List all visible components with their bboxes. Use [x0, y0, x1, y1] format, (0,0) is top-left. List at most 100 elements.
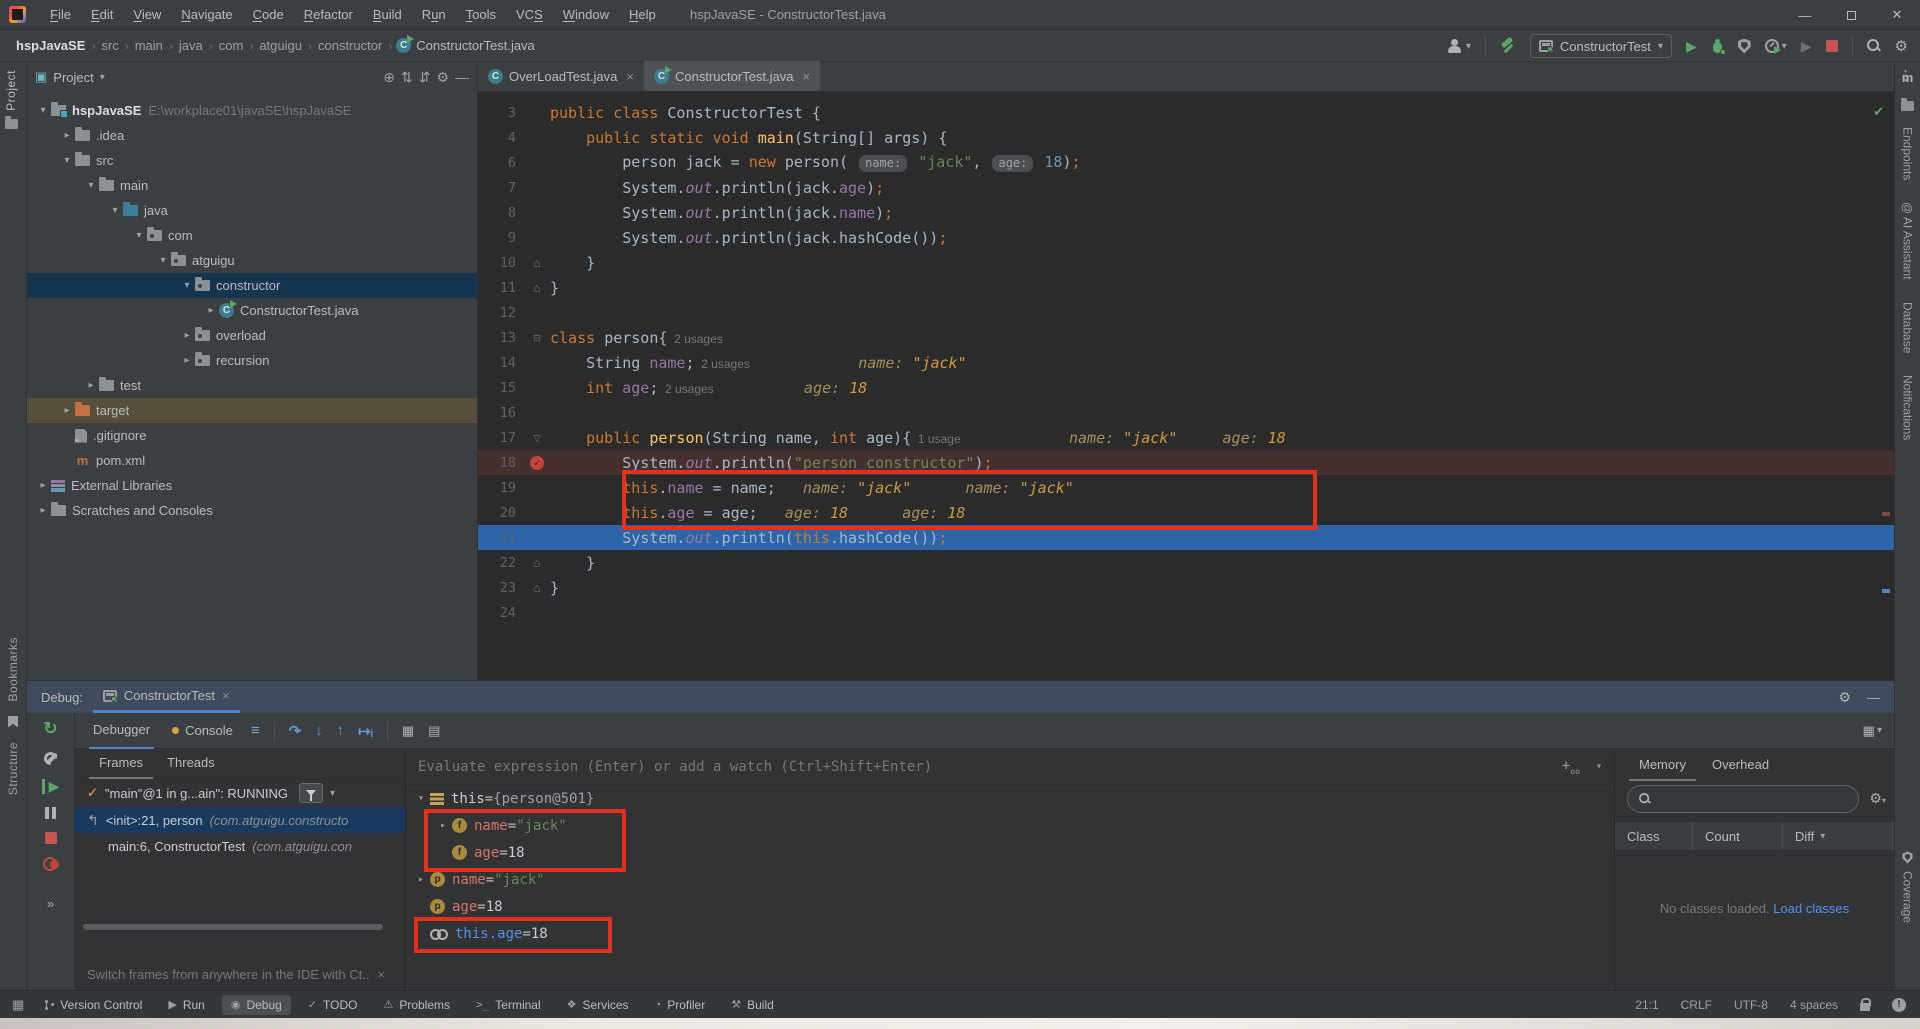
- tab-overhead[interactable]: Overhead: [1702, 751, 1779, 781]
- tree-chevron-icon[interactable]: ▸: [35, 505, 51, 516]
- tree-item-recursion[interactable]: ▸recursion: [27, 348, 477, 373]
- run-button[interactable]: ▶: [1686, 39, 1697, 53]
- search-everywhere-icon[interactable]: [1867, 39, 1881, 53]
- inspections-ok-icon[interactable]: ✔: [1873, 104, 1884, 120]
- close-tab-icon[interactable]: ×: [803, 69, 811, 84]
- gutter-icon[interactable]: ✓: [524, 455, 550, 471]
- thread-selector[interactable]: ✓ "main"@1 in g...ain": RUNNING ▾: [75, 779, 405, 807]
- status-item-build[interactable]: ⚒Build: [722, 995, 783, 1015]
- breadcrumb-item[interactable]: hspJavaSE: [14, 38, 87, 53]
- close-button[interactable]: ✕: [1874, 0, 1920, 30]
- stop-button[interactable]: [1826, 40, 1838, 52]
- menu-item-navigate[interactable]: Navigate: [171, 0, 242, 30]
- frames-scrollbar[interactable]: [83, 924, 383, 930]
- sidebar-item-database[interactable]: Database: [1901, 302, 1915, 353]
- editor-tab-overloadtest-java[interactable]: COverLoadTest.java×: [478, 61, 644, 91]
- tree-chevron-icon[interactable]: ▸: [203, 305, 219, 316]
- tree-item-external-libraries[interactable]: ▸External Libraries: [27, 473, 477, 498]
- code-line-16[interactable]: 16: [478, 400, 1894, 425]
- sidebar-item-structure[interactable]: Structure: [6, 742, 20, 795]
- tree-item-com[interactable]: ▾com: [27, 223, 477, 248]
- variable-row[interactable]: page = 18: [406, 893, 1614, 920]
- code-line-15[interactable]: 15 int age; 2 usages age: 18: [478, 375, 1894, 400]
- status-item-todo[interactable]: ✓TODO: [299, 995, 367, 1015]
- memory-column-class[interactable]: Class: [1615, 822, 1693, 850]
- tree-item-target[interactable]: ▸target: [27, 398, 477, 423]
- evaluate-dropdown-icon[interactable]: ▾: [1596, 761, 1602, 772]
- tree-chevron-icon[interactable]: ▾: [59, 155, 75, 166]
- sidebar-item-project[interactable]: Project: [4, 70, 18, 129]
- minimize-button[interactable]: —: [1782, 0, 1828, 30]
- menu-item-run[interactable]: Run: [412, 0, 456, 30]
- breadcrumb-item[interactable]: src: [99, 38, 120, 53]
- profiler-button[interactable]: ▾: [1765, 39, 1787, 53]
- project-settings-gear-icon[interactable]: ⚙: [436, 69, 449, 86]
- project-view-dropdown[interactable]: ▾: [100, 72, 105, 83]
- tree-chevron-icon[interactable]: ▾: [107, 205, 123, 216]
- frame-row[interactable]: main:6, ConstructorTest (com.atguigu.con: [75, 833, 405, 859]
- breadcrumb-item[interactable]: java: [177, 38, 205, 53]
- menu-item-help[interactable]: Help: [619, 0, 666, 30]
- variable-chevron-icon[interactable]: ▸: [412, 874, 430, 885]
- code-line-24[interactable]: 24: [478, 600, 1894, 625]
- variable-chevron-icon[interactable]: ▾: [412, 793, 430, 804]
- status-line-ending[interactable]: CRLF: [1681, 998, 1712, 1012]
- tree-chevron-icon[interactable]: ▸: [35, 480, 51, 491]
- code-line-9[interactable]: 9 System.out.println(jack.hashCode());: [478, 225, 1894, 250]
- pause-button[interactable]: [45, 807, 56, 819]
- lock-icon[interactable]: [1860, 1003, 1870, 1011]
- tool-window-toggle-icon[interactable]: ▦: [12, 997, 24, 1013]
- breakpoint-icon[interactable]: ✓: [530, 456, 544, 470]
- code-line-12[interactable]: 12: [478, 300, 1894, 325]
- sidebar-item-coverage[interactable]: Coverage: [1901, 850, 1915, 923]
- debug-button[interactable]: [1711, 39, 1724, 53]
- rerun-button[interactable]: ↻: [43, 719, 57, 739]
- status-item-terminal[interactable]: >_Terminal: [467, 995, 550, 1015]
- status-item-profiler[interactable]: ◔Profiler: [646, 995, 715, 1015]
- tab-memory[interactable]: Memory: [1629, 751, 1696, 781]
- tree-item--idea[interactable]: ▸.idea: [27, 123, 477, 148]
- status-caret-position[interactable]: 21:1: [1635, 998, 1658, 1012]
- tree-chevron-icon[interactable]: ▾: [83, 180, 99, 191]
- load-classes-link[interactable]: Load classes: [1773, 901, 1849, 916]
- code-line-23[interactable]: 23⌂}: [478, 575, 1894, 600]
- tree-chevron-icon[interactable]: ▸: [179, 355, 195, 366]
- code-line-13[interactable]: 13⊟class person{ 2 usages: [478, 325, 1894, 350]
- step-over-icon[interactable]: ↷: [289, 722, 302, 740]
- build-hammer-icon[interactable]: [1500, 38, 1516, 54]
- tab-console[interactable]: Console: [168, 713, 237, 749]
- menu-item-build[interactable]: Build: [363, 0, 412, 30]
- breadcrumb-item[interactable]: atguigu: [257, 38, 304, 53]
- tree-item-src[interactable]: ▾src: [27, 148, 477, 173]
- run-configuration-select[interactable]: ConstructorTest ▾: [1530, 34, 1672, 58]
- code-line-4[interactable]: 4 public static void main(String[] args)…: [478, 125, 1894, 150]
- breadcrumb-file[interactable]: CConstructorTest.java: [396, 38, 535, 53]
- status-item-run[interactable]: ▶Run: [159, 995, 213, 1015]
- collapse-all-icon[interactable]: ⇵: [419, 69, 431, 86]
- step-into-icon[interactable]: ↓: [315, 722, 323, 739]
- coverage-button[interactable]: [1738, 39, 1751, 54]
- sidebar-item-notifications[interactable]: Notifications: [1901, 375, 1915, 440]
- breadcrumb-item[interactable]: com: [217, 38, 246, 53]
- view-breakpoints-button[interactable]: [43, 857, 59, 869]
- more-actions-icon[interactable]: »: [47, 896, 54, 911]
- status-indent-size[interactable]: 4 spaces: [1790, 998, 1838, 1012]
- code-line-6[interactable]: 6 person jack = new person( name: "jack"…: [478, 150, 1894, 175]
- tree-item-scratches-and-consoles[interactable]: ▸Scratches and Consoles: [27, 498, 477, 523]
- tree-item-pom-xml[interactable]: mpom.xml: [27, 448, 477, 473]
- add-watch-icon[interactable]: +oo: [1562, 758, 1580, 776]
- expand-all-icon[interactable]: ⇅: [401, 69, 413, 86]
- tree-chevron-icon[interactable]: ▸: [59, 405, 75, 416]
- code-line-14[interactable]: 14 String name; 2 usages name: "jack": [478, 350, 1894, 375]
- sidebar-item-bookmarks[interactable]: Bookmarks: [6, 637, 20, 702]
- tab-debugger[interactable]: Debugger: [89, 713, 154, 749]
- code-line-17[interactable]: 17▽ public person(String name, int age){…: [478, 425, 1894, 450]
- restore-layout-icon[interactable]: ▦▾: [1863, 723, 1882, 739]
- sidebar-item-ai-assistant[interactable]: @ AI Assistant: [1901, 202, 1915, 280]
- status-item-problems[interactable]: ⚠Problems: [374, 995, 459, 1015]
- tree-item-constructortest-java[interactable]: ▸CConstructorTest.java: [27, 298, 477, 323]
- tree-item-atguigu[interactable]: ▾atguigu: [27, 248, 477, 273]
- evaluate-expression-bar[interactable]: Evaluate expression (Enter) or add a wat…: [406, 749, 1614, 785]
- status-item-services[interactable]: ❖Services: [558, 995, 638, 1015]
- menu-item-code[interactable]: Code: [243, 0, 294, 30]
